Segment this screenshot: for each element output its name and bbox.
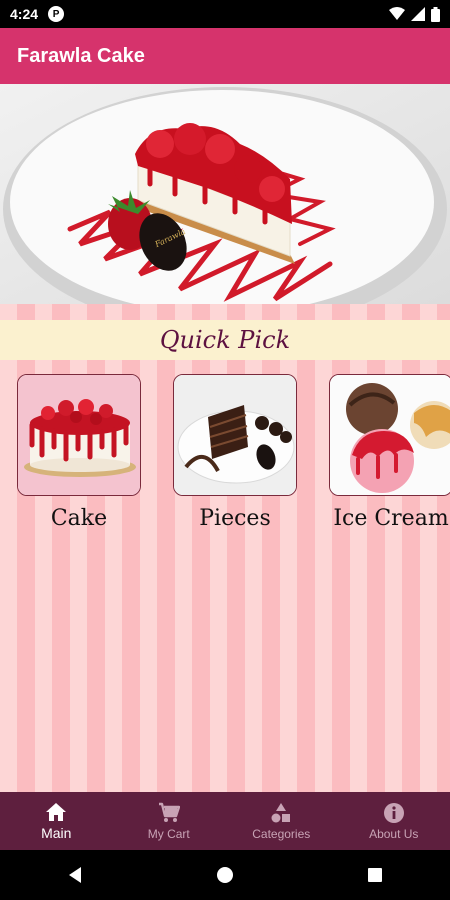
- system-navigation-bar: [0, 850, 450, 900]
- notification-icon: P: [48, 6, 65, 22]
- home-circle-icon[interactable]: [216, 866, 234, 884]
- category-card-cake[interactable]: [17, 374, 141, 496]
- quick-pick-title: Quick Pick: [159, 326, 291, 354]
- home-icon: [46, 802, 67, 821]
- category-label-cake[interactable]: Cake: [17, 506, 141, 531]
- category-card-ice-cream[interactable]: [329, 374, 450, 496]
- quick-pick-header: Quick Pick: [0, 320, 450, 360]
- back-icon[interactable]: [67, 866, 83, 884]
- nav-label-my-cart: My Cart: [147, 826, 190, 841]
- signal-icon: [411, 7, 425, 21]
- status-time: 4:24: [10, 6, 39, 22]
- nav-item-my-cart[interactable]: My Cart: [113, 792, 226, 850]
- nav-label-categories: Categories: [252, 826, 311, 841]
- category-label-ice-cream[interactable]: Ice Cream: [329, 506, 450, 531]
- categories-icon: [271, 802, 291, 822]
- hero-carousel[interactable]: Farawla: [0, 84, 450, 304]
- nav-item-about-us[interactable]: About Us: [338, 792, 450, 850]
- wifi-icon: [389, 7, 405, 20]
- nav-label-main: Main: [41, 824, 72, 841]
- nav-item-categories[interactable]: Categories: [225, 792, 338, 850]
- battery-icon: [431, 6, 440, 22]
- status-icons: [389, 6, 440, 22]
- recents-icon[interactable]: [367, 867, 383, 883]
- category-card-pieces[interactable]: [173, 374, 297, 496]
- chocolate-cake-slice-image: [174, 375, 296, 495]
- status-bar: 4:24 P: [0, 0, 450, 28]
- app-title: Farawla Cake: [17, 44, 145, 67]
- category-label-pieces[interactable]: Pieces: [173, 506, 297, 531]
- main-content: Quick Pick Cake Pieces Ice Cream: [0, 304, 450, 792]
- bottom-navigation: Main My Cart Categories About Us: [0, 792, 450, 850]
- cart-icon: [158, 802, 180, 822]
- strawberry-cake-image: [18, 375, 140, 495]
- app-bar: Farawla Cake: [0, 28, 450, 84]
- nav-label-about-us: About Us: [369, 826, 419, 841]
- ice-cream-scoops-image: [330, 375, 450, 495]
- cheesecake-slice-image: Farawla: [0, 84, 450, 304]
- info-icon: [383, 802, 404, 823]
- nav-item-main[interactable]: Main: [0, 792, 113, 850]
